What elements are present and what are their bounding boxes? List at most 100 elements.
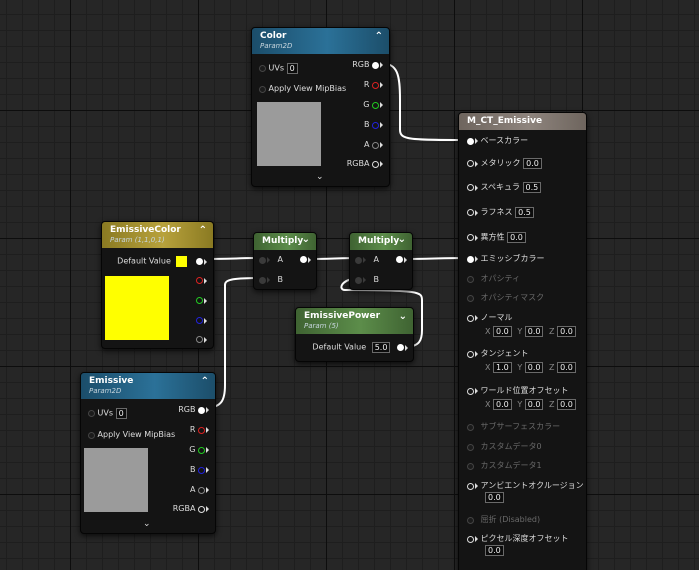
- default-value-field[interactable]: 5.0: [371, 342, 391, 353]
- rgb-output-pin[interactable]: [372, 61, 379, 69]
- ao-pin[interactable]: [467, 482, 474, 490]
- tangent-x-field[interactable]: 1.0: [493, 362, 512, 373]
- wpo-pin[interactable]: [467, 387, 474, 395]
- default-color-swatch[interactable]: [176, 256, 188, 267]
- emissive-color-node-title: EmissiveColor: [110, 225, 181, 235]
- roughness-value-field[interactable]: 0.5: [515, 207, 534, 218]
- metallic-value-field[interactable]: 0.0: [523, 158, 542, 169]
- emissive-power-node[interactable]: EmissivePower Param (5) ⌄ Default Value …: [295, 307, 414, 362]
- material-result-node[interactable]: M_CT_Emissive ベースカラー メタリック 0.0 スペキュラ 0.5…: [458, 112, 587, 570]
- multiply-1-output-pin[interactable]: [300, 256, 307, 263]
- pdo-pin[interactable]: [467, 535, 474, 543]
- uvs-value-field[interactable]: 0: [286, 63, 298, 74]
- uvs-label: UVs: [97, 408, 114, 418]
- a-input-label: A: [373, 255, 380, 264]
- material-graph-canvas[interactable]: Color Param2D ⌃ UVs 0 Apply View MipBias…: [0, 0, 699, 570]
- chevron-down-icon[interactable]: ⌄: [316, 172, 324, 182]
- refraction-pin[interactable]: [467, 516, 474, 524]
- multiply-2-output-pin[interactable]: [396, 256, 403, 263]
- wpo-z-field[interactable]: 0.0: [557, 399, 576, 410]
- a-output-pin[interactable]: [196, 336, 203, 343]
- a-output-label: A: [363, 140, 370, 149]
- normal-z-field[interactable]: 0.0: [557, 326, 576, 337]
- b-input-pin[interactable]: [355, 276, 362, 284]
- emissive-color-pin[interactable]: [467, 255, 474, 263]
- rgb-output-label: RGB: [178, 405, 196, 414]
- material-node-header[interactable]: M_CT_Emissive: [459, 113, 586, 130]
- wpo-x-field[interactable]: 0.0: [493, 399, 512, 410]
- multiply-1-header[interactable]: Multiply ⌄: [254, 233, 316, 250]
- g-output-pin[interactable]: [198, 446, 205, 454]
- a-output-pin[interactable]: [198, 486, 205, 494]
- emissive-node-header[interactable]: Emissive Param2D ⌃: [81, 373, 215, 399]
- multiply-node-1[interactable]: Multiply ⌄ A B: [253, 232, 317, 290]
- rgba-output-pin[interactable]: [198, 505, 205, 513]
- chevron-up-icon[interactable]: ⌃: [199, 225, 207, 236]
- r-output-pin[interactable]: [198, 426, 205, 434]
- base-color-pin[interactable]: [467, 137, 474, 145]
- b-input-pin[interactable]: [259, 276, 266, 284]
- rgba-output-pin[interactable]: [372, 160, 379, 168]
- emissive-power-output-pin[interactable]: [397, 344, 404, 351]
- wpo-y-field[interactable]: 0.0: [524, 399, 544, 410]
- anisotropy-label: 異方性: [480, 232, 505, 242]
- color-node-header[interactable]: Color Param2D ⌃: [252, 28, 389, 54]
- uvs-value-field[interactable]: 0: [115, 408, 127, 419]
- specular-pin[interactable]: [467, 184, 474, 191]
- uvs-input-pin[interactable]: [259, 65, 266, 72]
- specular-value-field[interactable]: 0.5: [522, 182, 542, 193]
- b-output-pin[interactable]: [198, 466, 205, 474]
- normal-pin[interactable]: [467, 314, 474, 322]
- a-input-pin[interactable]: [355, 256, 362, 264]
- color-texture-node[interactable]: Color Param2D ⌃ UVs 0 Apply View MipBias…: [251, 27, 390, 187]
- r-output-pin[interactable]: [196, 277, 203, 284]
- r-output-label: R: [189, 425, 196, 434]
- normal-x-field[interactable]: 0.0: [493, 326, 512, 337]
- texture-preview: [257, 102, 321, 166]
- metallic-pin[interactable]: [467, 160, 474, 167]
- normal-y-field[interactable]: 0.0: [524, 326, 544, 337]
- r-output-pin[interactable]: [372, 81, 379, 89]
- x-label: X: [485, 400, 491, 409]
- ao-value-field[interactable]: 0.0: [485, 492, 504, 503]
- b-output-pin[interactable]: [372, 121, 379, 129]
- roughness-pin[interactable]: [467, 209, 474, 216]
- emissive-color-label: エミッシブカラー: [480, 254, 545, 263]
- chevron-down-icon[interactable]: ⌄: [302, 234, 310, 245]
- chevron-down-icon[interactable]: ⌄: [399, 311, 407, 322]
- subsurface-pin[interactable]: [467, 423, 474, 431]
- custom-data-1-label: カスタムデータ1: [480, 461, 542, 470]
- b-output-pin[interactable]: [196, 317, 203, 324]
- uvs-input-pin[interactable]: [88, 410, 95, 417]
- emissive-color-node-header[interactable]: EmissiveColor Param (1,1,0,1) ⌃: [102, 222, 213, 248]
- multiply-node-2[interactable]: Multiply ⌄ A B: [349, 232, 413, 290]
- emissive-power-header[interactable]: EmissivePower Param (5) ⌄: [296, 308, 413, 334]
- rgb-output-pin[interactable]: [196, 258, 203, 265]
- opacity-pin[interactable]: [467, 275, 474, 283]
- tangent-y-field[interactable]: 0.0: [524, 362, 544, 373]
- mip-bias-input-pin[interactable]: [88, 431, 95, 439]
- pdo-value-field[interactable]: 0.0: [485, 545, 504, 556]
- anisotropy-pin[interactable]: [467, 234, 474, 241]
- custom-data-0-pin[interactable]: [467, 443, 474, 451]
- a-output-pin[interactable]: [372, 141, 379, 149]
- chevron-down-icon[interactable]: ⌄: [143, 519, 151, 529]
- custom-data-1-pin[interactable]: [467, 462, 474, 470]
- anisotropy-value-field[interactable]: 0.0: [507, 232, 526, 243]
- multiply-2-header[interactable]: Multiply ⌄: [350, 233, 412, 250]
- opacity-mask-pin[interactable]: [467, 294, 474, 302]
- emissive-color-node[interactable]: EmissiveColor Param (1,1,0,1) ⌃ Default …: [101, 221, 214, 349]
- rgb-output-pin[interactable]: [198, 406, 205, 414]
- a-input-pin[interactable]: [259, 256, 266, 264]
- g-output-pin[interactable]: [372, 101, 379, 109]
- chevron-up-icon[interactable]: ⌃: [201, 376, 209, 387]
- emissive-texture-node[interactable]: Emissive Param2D ⌃ UVs 0 Apply View MipB…: [80, 372, 216, 534]
- chevron-up-icon[interactable]: ⌃: [375, 31, 383, 42]
- tangent-pin[interactable]: [467, 350, 474, 358]
- tangent-z-field[interactable]: 0.0: [557, 362, 576, 373]
- mip-bias-input-pin[interactable]: [259, 85, 266, 93]
- g-output-pin[interactable]: [196, 297, 203, 304]
- chevron-down-icon[interactable]: ⌄: [398, 234, 406, 245]
- x-label: X: [485, 327, 491, 336]
- specular-label: スペキュラ: [480, 182, 520, 192]
